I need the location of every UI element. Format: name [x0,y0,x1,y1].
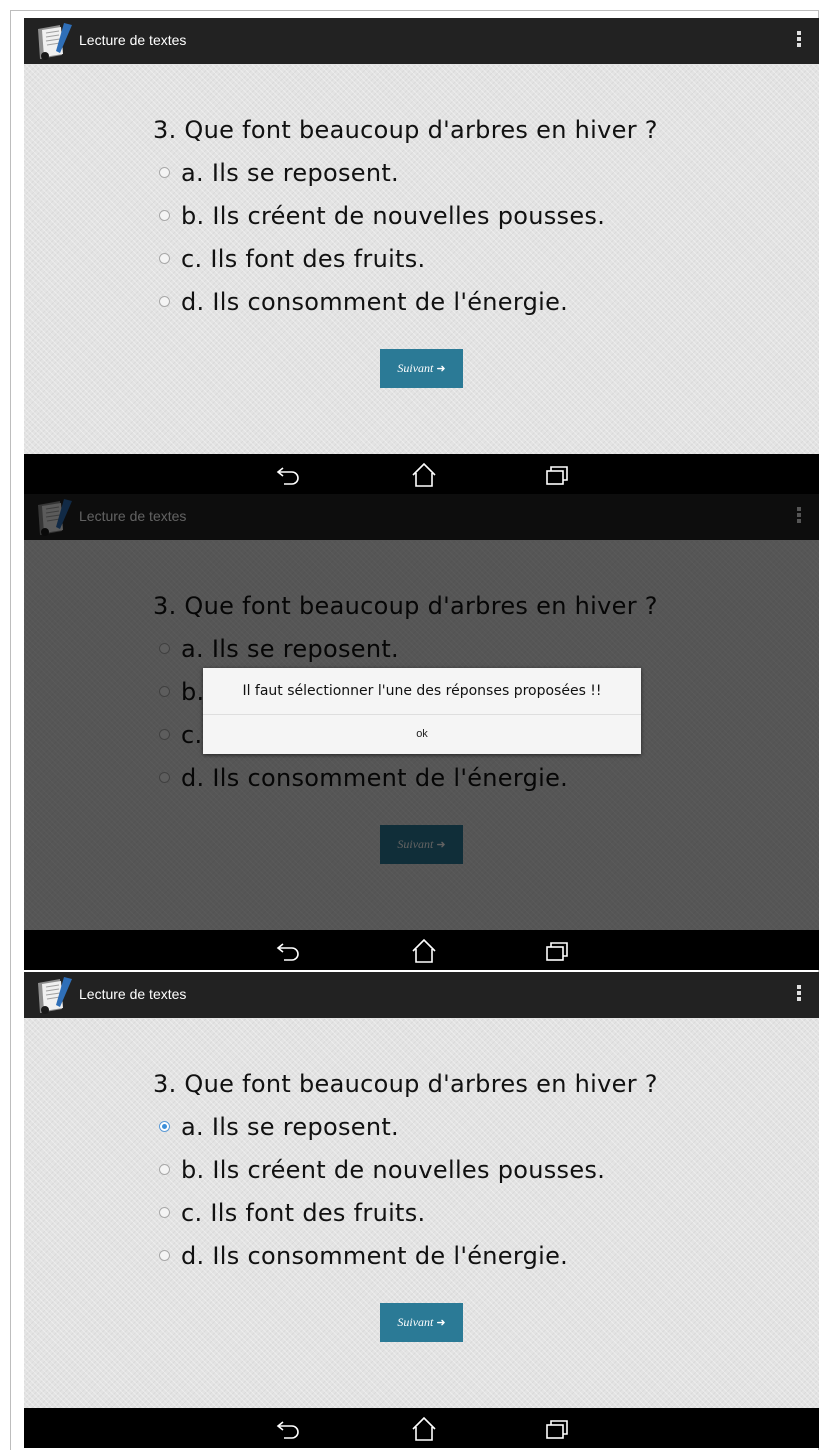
overflow-menu-icon[interactable] [795,985,803,1005]
action-bar: Lecture de textes [24,972,819,1018]
question-text: 3. Que font beaucoup d'arbres en hiver ? [153,1070,658,1098]
back-icon[interactable] [274,1416,304,1442]
arrow-right-icon: ➜ [436,363,446,375]
ok-button[interactable]: ok [203,715,641,754]
home-icon[interactable] [409,462,439,488]
system-nav-bar [24,1408,819,1448]
option-label: d. Ils consomment de l'énergie. [181,288,569,316]
app-title: Lecture de textes [79,986,187,1002]
overflow-menu-icon[interactable] [795,31,803,51]
back-icon[interactable] [274,938,304,964]
option-label: b. Ils créent de nouvelles pousses. [181,1156,606,1184]
radio-button[interactable] [159,1164,170,1175]
notebook-pen-icon [38,23,72,60]
option-label: c. Ils font des fruits. [181,245,426,273]
home-icon[interactable] [409,938,439,964]
option-label: a. Ils se reposent. [181,159,399,187]
recent-apps-icon[interactable] [542,1416,572,1442]
option-label: b. Ils créent de nouvelles pousses. [181,202,606,230]
quiz-content: 3. Que font beaucoup d'arbres en hiver ?… [24,64,819,454]
notebook-pen-icon [38,977,72,1014]
radio-button[interactable] [159,210,170,221]
dialog-message: Il faut sélectionner l'une des réponses … [242,683,602,699]
screen-no-selection: Lecture de textes 3. Que font beaucoup d… [24,18,819,494]
alert-dialog: Il faut sélectionner l'une des réponses … [203,668,641,754]
next-label: Suivant [397,1315,434,1329]
question-text: 3. Que font beaucoup d'arbres en hiver ? [153,116,658,144]
quiz-content: 3. Que font beaucoup d'arbres en hiver ?… [24,1018,819,1408]
action-bar: Lecture de textes [24,18,819,64]
recent-apps-icon[interactable] [542,462,572,488]
back-icon[interactable] [274,462,304,488]
radio-button[interactable] [159,296,170,307]
screen-alert-shown: Lecture de textes 3. Que font beaucoup d… [24,494,819,970]
recent-apps-icon[interactable] [542,938,572,964]
system-nav-bar [24,930,819,970]
home-icon[interactable] [409,1416,439,1442]
option-label: a. Ils se reposent. [181,1113,399,1141]
radio-button-selected[interactable] [159,1121,170,1132]
option-label: d. Ils consomment de l'énergie. [181,1242,569,1270]
radio-button[interactable] [159,167,170,178]
option-label: c. Ils font des fruits. [181,1199,426,1227]
radio-button[interactable] [159,1250,170,1261]
next-label: Suivant [397,361,434,375]
system-nav-bar [24,454,819,494]
radio-button[interactable] [159,253,170,264]
next-button[interactable]: Suivant ➜ [380,1303,463,1342]
next-button[interactable]: Suivant ➜ [380,349,463,388]
app-title: Lecture de textes [79,32,187,48]
screen-option-a-selected: Lecture de textes 3. Que font beaucoup d… [24,972,819,1448]
arrow-right-icon: ➜ [436,1317,446,1329]
radio-button[interactable] [159,1207,170,1218]
